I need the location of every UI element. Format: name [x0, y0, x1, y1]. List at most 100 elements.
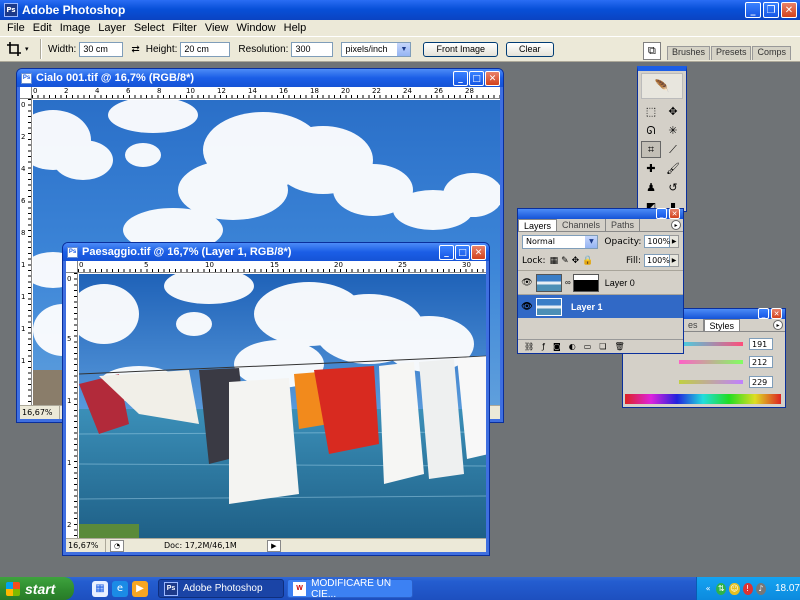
new-group-icon[interactable]: ▭	[584, 342, 592, 351]
document-title-bar[interactable]: Ps Paesaggio.tif @ 16,7% (Layer 1, RGB/8…	[63, 243, 489, 261]
fill-slider-arrow-icon[interactable]: ▶	[670, 254, 679, 267]
slice-tool-icon[interactable]: ⟋	[663, 141, 683, 158]
task-modificare[interactable]: W MODIFICARE UN CIE...	[287, 578, 413, 600]
zoom-level[interactable]: 16,67%	[66, 539, 106, 552]
horizontal-ruler[interactable]: 0 5 10 15 20 25 30	[78, 261, 486, 273]
tab-channels[interactable]: Channels	[557, 219, 607, 231]
resolution-units-select[interactable]: pixels/inch ▼	[341, 41, 412, 57]
lock-position-icon[interactable]: ✥	[572, 256, 580, 266]
menu-filter[interactable]: Filter	[168, 22, 200, 34]
panel-menu-icon[interactable]: ▸	[671, 220, 681, 230]
tray-network-icon[interactable]: ⇅	[716, 582, 727, 595]
healing-brush-tool-icon[interactable]: ✚	[641, 160, 661, 177]
show-desktop-icon[interactable]: ▦	[92, 580, 108, 597]
app-restore-button[interactable]: ❐	[763, 2, 779, 18]
status-menu-arrow-icon[interactable]: ▶	[266, 539, 281, 552]
file-browser-icon[interactable]: ⧉	[642, 42, 661, 60]
menu-select[interactable]: Select	[130, 22, 169, 34]
crop-tool-icon[interactable]: ⌗	[641, 141, 661, 158]
green-value[interactable]: 212	[749, 356, 773, 368]
document-canvas[interactable]	[79, 274, 486, 538]
blue-value[interactable]: 229	[749, 376, 773, 388]
app-minimize-button[interactable]: _	[745, 2, 761, 18]
adjustment-layer-icon[interactable]: ◐	[569, 342, 576, 351]
crop-icon[interactable]: ▾	[6, 39, 36, 59]
media-player-icon[interactable]: ▶	[132, 580, 148, 597]
menu-window[interactable]: Window	[233, 22, 280, 34]
opacity-slider-arrow-icon[interactable]: ▶	[670, 235, 679, 248]
fill-input[interactable]: 100%	[644, 254, 670, 267]
add-mask-icon[interactable]: ◙	[553, 342, 561, 351]
width-input[interactable]: 30 cm	[79, 41, 124, 57]
menu-edit[interactable]: Edit	[29, 22, 56, 34]
tab-paths[interactable]: Paths	[606, 219, 641, 231]
doc-minimize-button[interactable]: _	[439, 245, 454, 260]
lasso-tool-icon[interactable]: ᘏ	[641, 122, 661, 139]
menu-layer[interactable]: Layer	[94, 22, 130, 34]
magic-wand-tool-icon[interactable]: ✳	[663, 122, 683, 139]
panel-menu-icon[interactable]: ▸	[773, 320, 783, 330]
layers-close-button[interactable]: ✕	[669, 208, 680, 219]
clone-stamp-tool-icon[interactable]: ♟	[641, 179, 661, 196]
document-window-paesaggio[interactable]: Ps Paesaggio.tif @ 16,7% (Layer 1, RGB/8…	[62, 242, 490, 556]
menu-file[interactable]: File	[3, 22, 29, 34]
doc-maximize-button[interactable]: □	[469, 71, 484, 86]
swap-icon[interactable]: ⇄	[131, 44, 139, 55]
layer-row-1[interactable]: 👁 Layer 1	[518, 294, 683, 318]
color-close-button[interactable]: ✕	[771, 308, 782, 319]
red-slider[interactable]	[679, 342, 743, 346]
well-tab-comps[interactable]: Comps	[752, 46, 791, 60]
tray-arrow-icon[interactable]: «	[703, 583, 713, 595]
marquee-tool-icon[interactable]: ⬚	[641, 103, 661, 120]
red-value[interactable]: 191	[749, 338, 773, 350]
horizontal-ruler[interactable]: 0 2 4 6 8 10 12 14 16 18 20 22 24 26 28	[32, 87, 500, 99]
doc-close-button[interactable]: ✕	[471, 245, 486, 260]
layer-style-icon[interactable]: ƒ	[542, 342, 545, 351]
mask-link-icon[interactable]: ∞	[565, 278, 571, 287]
layers-minimize-button[interactable]: _	[656, 208, 667, 219]
menu-view[interactable]: View	[201, 22, 233, 34]
navigator-icon[interactable]: ◔	[110, 539, 124, 552]
blue-slider[interactable]	[679, 380, 743, 384]
color-minimize-button[interactable]: _	[758, 308, 769, 319]
task-adobe-photoshop[interactable]: Ps Adobe Photoshop	[158, 579, 284, 598]
clear-button[interactable]: Clear	[505, 41, 554, 57]
vertical-ruler[interactable]: 0 5 1 1 2	[66, 273, 78, 538]
height-input[interactable]: 20 cm	[180, 41, 231, 57]
menu-image[interactable]: Image	[56, 22, 95, 34]
tray-volume-icon[interactable]: ♪	[755, 582, 766, 595]
tab-styles[interactable]: Styles	[703, 319, 741, 331]
tray-security-icon[interactable]: !	[742, 582, 753, 595]
resolution-input[interactable]: 300	[291, 41, 334, 57]
tab-layers[interactable]: Layers	[518, 219, 558, 231]
well-tab-presets[interactable]: Presets	[710, 46, 752, 60]
doc-minimize-button[interactable]: _	[453, 71, 468, 86]
start-button[interactable]: start	[0, 577, 74, 600]
doc-close-button[interactable]: ✕	[485, 71, 500, 86]
zoom-level[interactable]: 16,67%	[20, 406, 60, 419]
layer-row-0[interactable]: 👁 ∞ Layer 0	[518, 270, 683, 294]
doc-maximize-button[interactable]: □	[455, 245, 470, 260]
layer-mask-thumbnail[interactable]	[572, 273, 599, 292]
front-image-button[interactable]: Front Image	[423, 41, 498, 57]
color-spectrum-bar[interactable]	[625, 394, 781, 404]
trash-icon[interactable]: 🗑	[614, 342, 624, 351]
vertical-ruler[interactable]: 0 2 4 6 8 1 1 1 1	[20, 99, 32, 405]
well-tab-brushes[interactable]: Brushes	[666, 46, 710, 60]
lock-paint-icon[interactable]: ✎	[561, 256, 569, 266]
green-slider[interactable]	[679, 360, 743, 364]
visibility-eye-icon[interactable]: 👁	[518, 277, 536, 288]
tray-messenger-icon[interactable]: ☺	[729, 582, 740, 595]
blend-mode-select[interactable]: Normal ▼	[522, 234, 599, 249]
document-title-bar[interactable]: Ps Cialo 001.tif @ 16,7% (RGB/8*)	[17, 69, 503, 87]
move-tool-icon[interactable]: ✥	[663, 103, 683, 120]
lock-transparency-icon[interactable]: ▦	[550, 256, 559, 266]
app-close-button[interactable]: ✕	[781, 2, 797, 18]
ruler-origin[interactable]	[66, 261, 78, 273]
ruler-origin[interactable]	[20, 87, 32, 99]
lock-all-icon[interactable]: 🔒	[582, 256, 593, 266]
visibility-eye-icon[interactable]: 👁	[518, 301, 536, 312]
new-layer-icon[interactable]: ❏	[599, 342, 606, 351]
opacity-input[interactable]: 100%	[644, 235, 671, 248]
internet-explorer-icon[interactable]: e	[112, 580, 128, 597]
